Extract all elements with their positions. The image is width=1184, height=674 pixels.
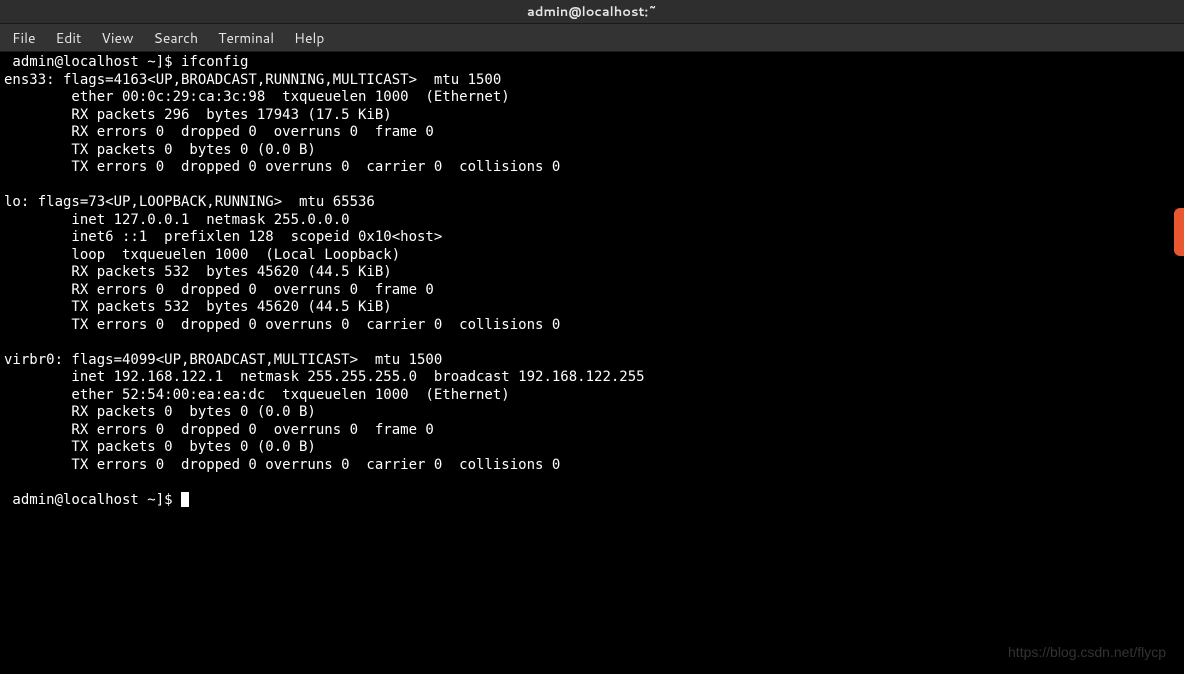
- window-title: admin@localhost:~: [527, 3, 657, 21]
- terminal-line: TX packets 0 bytes 0 (0.0 B): [4, 439, 316, 455]
- side-tab-icon[interactable]: [1174, 208, 1184, 256]
- menu-search[interactable]: Search: [144, 24, 209, 52]
- terminal-line: RX errors 0 dropped 0 overruns 0 frame 0: [4, 422, 434, 438]
- menu-view[interactable]: View: [91, 24, 143, 52]
- menu-bar: File Edit View Search Terminal Help: [0, 24, 1184, 52]
- terminal-line: RX errors 0 dropped 0 overruns 0 frame 0: [4, 124, 434, 140]
- terminal-line: inet6 ::1 prefixlen 128 scopeid 0x10<hos…: [4, 229, 442, 245]
- terminal-line: inet 192.168.122.1 netmask 255.255.255.0…: [4, 369, 645, 385]
- terminal-line: TX errors 0 dropped 0 overruns 0 carrier…: [4, 317, 560, 333]
- terminal-line: ether 00:0c:29:ca:3c:98 txqueuelen 1000 …: [4, 89, 510, 105]
- terminal-line: RX packets 296 bytes 17943 (17.5 KiB): [4, 107, 392, 123]
- terminal-line: ether 52:54:00:ea:ea:dc txqueuelen 1000 …: [4, 387, 510, 403]
- menu-help[interactable]: Help: [284, 24, 334, 52]
- title-bar: admin@localhost:~: [0, 0, 1184, 24]
- terminal-line: TX errors 0 dropped 0 overruns 0 carrier…: [4, 457, 560, 473]
- terminal-line: RX packets 0 bytes 0 (0.0 B): [4, 404, 316, 420]
- terminal-line: TX packets 532 bytes 45620 (44.5 KiB): [4, 299, 392, 315]
- terminal-line: loop txqueuelen 1000 (Local Loopback): [4, 247, 400, 263]
- menu-file[interactable]: File: [2, 24, 46, 52]
- cursor-icon: [181, 492, 189, 507]
- terminal-prompt: admin@localhost ~]$: [4, 492, 181, 508]
- terminal-line: virbr0: flags=4099<UP,BROADCAST,MULTICAS…: [4, 352, 442, 368]
- terminal-line: TX errors 0 dropped 0 overruns 0 carrier…: [4, 159, 560, 175]
- terminal-line: RX packets 532 bytes 45620 (44.5 KiB): [4, 264, 392, 280]
- terminal-line: RX errors 0 dropped 0 overruns 0 frame 0: [4, 282, 434, 298]
- terminal-line: lo: flags=73<UP,LOOPBACK,RUNNING> mtu 65…: [4, 194, 375, 210]
- menu-terminal[interactable]: Terminal: [208, 24, 284, 52]
- menu-edit[interactable]: Edit: [46, 24, 92, 52]
- terminal-line: admin@localhost ~]$ ifconfig: [4, 54, 248, 70]
- terminal-line: TX packets 0 bytes 0 (0.0 B): [4, 142, 316, 158]
- terminal-output[interactable]: admin@localhost ~]$ ifconfig ens33: flag…: [0, 52, 1184, 674]
- watermark: https://blog.csdn.net/flycp: [1008, 644, 1166, 660]
- terminal-line: ens33: flags=4163<UP,BROADCAST,RUNNING,M…: [4, 72, 501, 88]
- terminal-line: inet 127.0.0.1 netmask 255.0.0.0: [4, 212, 350, 228]
